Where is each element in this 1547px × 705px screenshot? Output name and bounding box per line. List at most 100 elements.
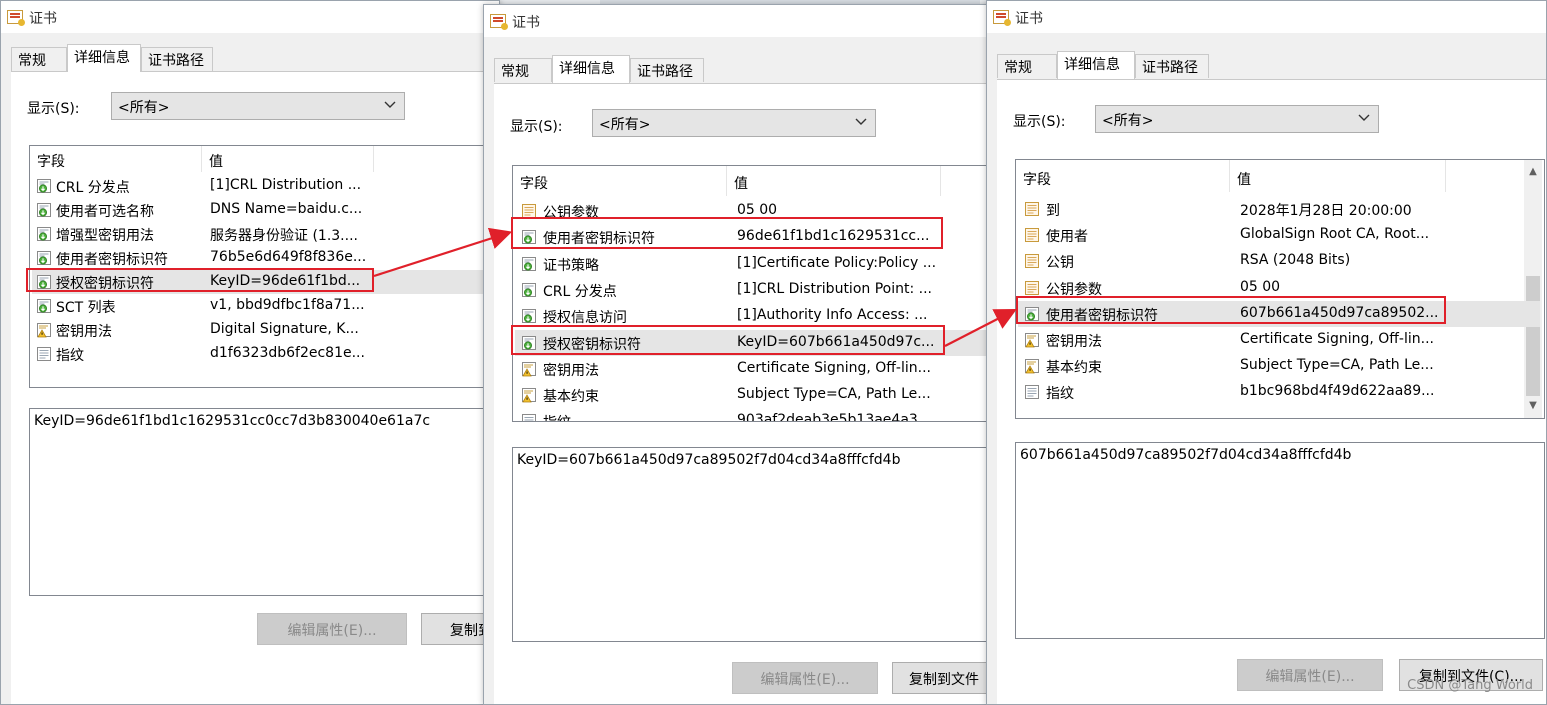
field-row[interactable]: 证书策略 [1]Certificate Policy:Policy ... [515,251,987,277]
certificate-document-icon [1024,201,1040,217]
field-value: 96de61f1bd1c1629531cc... [737,228,930,245]
certificate-icon [7,10,25,26]
field-name: 密钥用法 [56,324,112,340]
field-row[interactable]: 到 2028年1月28日 20:00:00 [1018,196,1540,222]
field-value: 76b5e6d649f8f836e... [210,249,367,265]
edit-properties-button[interactable]: 编辑属性(E)... [257,613,407,645]
field-name: 使用者密钥标识符 [1046,307,1158,324]
show-select[interactable]: <所有> [111,92,405,120]
tab-general[interactable]: 常规 [494,58,552,82]
field-name: SCT 列表 [56,300,116,316]
field-row[interactable]: 增强型密钥用法 服务器身份验证 (1.3.... [32,222,496,246]
column-header-field[interactable]: 字段 [30,146,202,172]
certificate-window-2: 证书 常规 详细信息 证书路径 显示(S): <所有> 字段 值 公钥参数 05 … [483,4,991,705]
field-row[interactable]: 授权密钥标识符 KeyID=96de61f1bd... [32,270,496,294]
show-label: 显示(S): [510,119,563,135]
edit-properties-button[interactable]: 编辑属性(E)... [1237,659,1383,691]
column-header-value[interactable]: 值 [202,146,374,172]
column-header-value[interactable]: 值 [1230,160,1446,192]
field-name: 授权密钥标识符 [56,276,154,292]
tab-cert-path[interactable]: 证书路径 [1135,54,1209,78]
field-value-box[interactable]: KeyID=96de61f1bd1c1629531cc0cc7d3b830040… [29,408,499,596]
certificate-extension-icon [521,335,537,351]
tab-general[interactable]: 常规 [997,54,1057,78]
field-row[interactable]: CRL 分发点 [1]CRL Distribution Point: ... [515,277,987,303]
field-row[interactable]: 密钥用法 Digital Signature, K... [32,318,496,342]
field-value: 服务器身份验证 (1.3.... [210,228,358,244]
column-header-value[interactable]: 值 [727,166,941,196]
column-header-field[interactable]: 字段 [513,166,727,196]
tab-details[interactable]: 详细信息 [67,44,141,72]
certificate-extension-icon [521,282,537,298]
certificate-warning-icon [521,387,537,403]
field-row[interactable]: 授权密钥标识符 KeyID=607b661a450d97c... [515,329,987,356]
column-header-field[interactable]: 字段 [1016,160,1230,192]
field-row[interactable]: 公钥参数 05 00 [1018,275,1540,301]
field-row[interactable]: 基本约束 Subject Type=CA, Path Le... [515,382,987,408]
field-value: KeyID=607b661a450d97c... [737,333,935,350]
list-header: 字段 值 [1016,160,1544,192]
field-list[interactable]: 字段 值 公钥参数 05 00 使用者密钥标识符 96de61f1bd1c162953… [512,165,990,422]
chevron-down-icon [855,118,867,125]
field-value: [1]CRL Distribution ... [210,177,362,193]
field-name: 到 [1046,203,1060,219]
tab-details[interactable]: 详细信息 [552,55,630,83]
copy-to-file-button[interactable]: 复制到文件 [892,662,990,694]
field-row[interactable]: 指纹 d1f6323db6f2ec81e... [32,342,496,366]
field-row[interactable]: CRL 分发点 [1]CRL Distribution ... [32,174,496,198]
field-row[interactable]: 使用者密钥标识符 76b5e6d649f8f836e... [32,246,496,270]
watermark: CSDN @Tang World [1407,678,1533,693]
field-list[interactable]: 字段 值 CRL 分发点 [1]CRL Distribution ... 使用者可选… [29,145,499,388]
field-name: 密钥用法 [543,362,599,379]
field-row[interactable]: 公钥 RSA (2048 Bits) [1018,248,1540,274]
tab-details[interactable]: 详细信息 [1057,51,1135,79]
field-value: RSA (2048 Bits) [1240,252,1351,269]
field-row[interactable]: SCT 列表 v1, bbd9dfbc1f8a71... [32,294,496,318]
show-label: 显示(S): [27,101,80,117]
field-value-box[interactable]: 607b661a450d97ca89502f7d04cd34a8fffcfd4b [1015,442,1545,639]
field-row[interactable]: 使用者密钥标识符 607b661a450d97ca89502... [1018,300,1540,327]
field-row[interactable]: 密钥用法 Certificate Signing, Off-lin... [1018,327,1540,353]
field-name: 使用者可选名称 [56,204,154,220]
tab-strip: 常规 详细信息 证书路径 [494,55,794,83]
field-row[interactable]: 基本约束 Subject Type=CA, Path Le... [1018,353,1540,379]
window-title: 证书 [29,11,57,27]
show-select[interactable]: <所有> [1095,105,1379,133]
field-row[interactable]: 使用者可选名称 DNS Name=baidu.c... [32,198,496,222]
tab-cert-path[interactable]: 证书路径 [141,47,213,71]
certificate-document-icon [1024,227,1040,243]
certificate-extension-icon [36,226,52,242]
field-value-text: KeyID=96de61f1bd1c1629531cc0cc7d3b830040… [34,413,431,429]
field-value: Subject Type=CA, Path Le... [737,386,931,403]
field-name: 指纹 [543,412,571,421]
show-select[interactable]: <所有> [592,109,876,137]
certificate-extension-icon [521,308,537,324]
field-row[interactable]: 公钥参数 05 00 [515,198,987,224]
field-row[interactable]: 指纹 903af2deab3e5b13ae4a3... [515,408,987,421]
field-row[interactable]: 密钥用法 Certificate Signing, Off-lin... [515,356,987,382]
show-select-value: <所有> [1102,113,1154,129]
field-row[interactable]: 授权信息访问 [1]Authority Info Access: ... [515,303,987,329]
field-name: 密钥用法 [1046,334,1102,350]
tab-general[interactable]: 常规 [11,47,67,71]
field-value: b1bc968bd4f49d622aa89... [1240,383,1435,400]
field-value: 05 00 [737,202,778,218]
certificate-warning-icon [521,361,537,377]
field-list[interactable]: 字段 值 ▲ ▼ 到 2028年1月28日 20:00:00 使用者 GlobalSi… [1015,159,1545,419]
field-value-box[interactable]: KeyID=607b661a450d97ca89502f7d04cd34a8ff… [512,447,990,642]
certificate-icon [993,10,1011,26]
field-row[interactable]: 使用者密钥标识符 96de61f1bd1c1629531cc... [515,224,987,250]
field-value: Digital Signature, K... [210,321,359,337]
field-row[interactable]: 指纹 b1bc968bd4f49d622aa89... [1018,379,1540,405]
field-name: CRL 分发点 [56,180,130,196]
tab-strip: 常规 详细信息 证书路径 [997,51,1297,79]
field-row[interactable]: 使用者 GlobalSign Root CA, Root... [1018,222,1540,248]
scroll-up-icon[interactable]: ▲ [1527,166,1539,178]
field-value: GlobalSign Root CA, Root... [1240,226,1430,243]
edit-properties-button[interactable]: 编辑属性(E)... [732,662,878,694]
tab-cert-path[interactable]: 证书路径 [630,58,704,82]
show-label: 显示(S): [1013,114,1066,130]
field-name: 公钥参数 [543,205,599,221]
field-name: 基本约束 [543,389,599,406]
certificate-document-icon [521,203,537,219]
